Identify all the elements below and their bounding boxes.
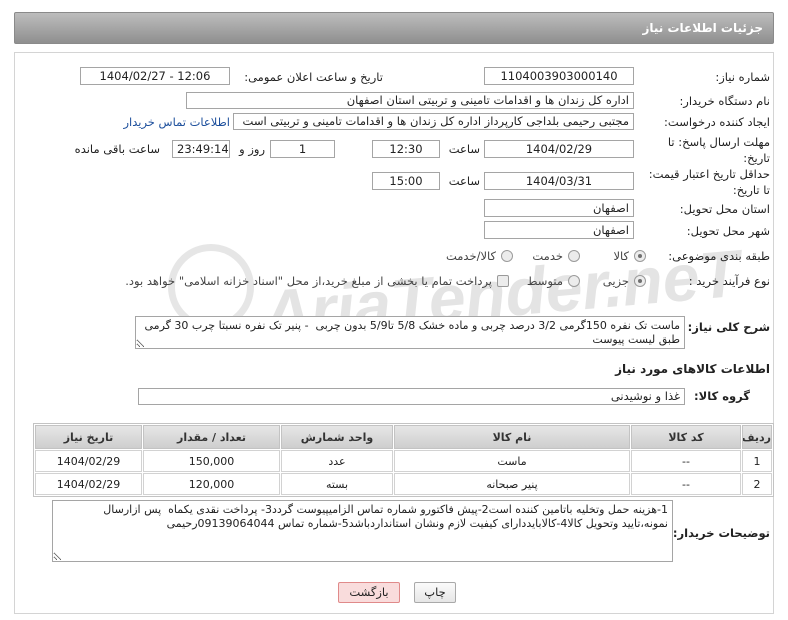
category-goods-label: کالا	[613, 249, 629, 263]
category-goods-radio[interactable]	[634, 250, 646, 262]
buyer-org-label: نام دستگاه خریدار:	[679, 94, 770, 108]
col-header-need-date: تاریخ نیاز	[35, 425, 142, 449]
need-number-field: 1104003903000140	[484, 67, 634, 85]
col-header-goods-name: نام کالا	[394, 425, 630, 449]
announce-datetime-field: 1404/02/27 - 12:06	[80, 67, 230, 85]
reply-deadline-time-label: ساعت	[448, 142, 480, 156]
price-validity-label: حداقل تاریخ اعتبار قیمت:	[648, 167, 770, 181]
table-row: 2 -- پنیر صبحانه بسته 120,000 1404/02/29	[35, 473, 772, 495]
cell-need-date: 1404/02/29	[35, 450, 142, 472]
category-option-goods[interactable]: کالا	[613, 249, 646, 263]
page-header: جزئیات اطلاعات نیاز	[14, 12, 774, 44]
process-minor-radio[interactable]	[634, 275, 646, 287]
price-validity-label-line2: تا تاریخ:	[732, 183, 770, 197]
remaining-days-field: 1	[270, 140, 335, 158]
goods-group-field: غذا و نوشیدنی	[138, 388, 685, 405]
buyer-contact-link[interactable]: اطلاعات تماس خریدار	[123, 115, 230, 129]
col-header-row-number: ردیف	[742, 425, 772, 449]
page-title: جزئیات اطلاعات نیاز	[642, 21, 763, 35]
print-button[interactable]: چاپ	[414, 582, 456, 603]
reply-deadline-time-field: 12:30	[372, 140, 440, 158]
cell-need-date: 1404/02/29	[35, 473, 142, 495]
announce-datetime-label: تاریخ و ساعت اعلان عمومی:	[244, 70, 383, 84]
col-header-unit: واحد شمارش	[281, 425, 393, 449]
reply-deadline-label: مهلت ارسال پاسخ: تا	[667, 135, 770, 149]
requester-label: ایجاد کننده درخواست:	[664, 115, 770, 129]
buyer-org-field: اداره کل زندان ها و اقدامات تامینی و ترب…	[186, 92, 634, 109]
category-option-goods-service[interactable]: کالا/خدمت	[446, 249, 513, 263]
cell-row-number: 1	[742, 450, 772, 472]
process-option-medium[interactable]: متوسط	[527, 274, 580, 288]
goods-table: ردیف کد کالا نام کالا واحد شمارش تعداد /…	[33, 423, 774, 497]
process-medium-label: متوسط	[526, 274, 563, 288]
remaining-time-field: 23:49:14	[172, 140, 230, 158]
table-header-row: ردیف کد کالا نام کالا واحد شمارش تعداد /…	[35, 425, 772, 449]
cell-goods-code: --	[631, 450, 741, 472]
category-service-radio[interactable]	[568, 250, 580, 262]
cell-goods-name: پنیر صبحانه	[394, 473, 630, 495]
price-validity-time-label: ساعت	[448, 174, 480, 188]
reply-deadline-date-field: 1404/02/29	[484, 140, 634, 158]
delivery-city-label: شهر محل تحویل:	[686, 224, 770, 238]
reply-deadline-label-line2: تاریخ:	[743, 151, 770, 165]
cell-goods-name: ماست	[394, 450, 630, 472]
process-minor-label: جزیی	[602, 274, 629, 288]
process-type-label: نوع فرآیند خرید :	[688, 274, 770, 288]
description-textarea[interactable]: ماست تک نفره 150گرمی 3/2 درصد چربی و ماد…	[135, 316, 685, 349]
category-goods-service-radio[interactable]	[501, 250, 513, 262]
delivery-city-field: اصفهان	[484, 221, 634, 239]
price-validity-date-field: 1404/03/31	[484, 172, 634, 190]
treasury-option[interactable]: پرداخت تمام یا بخشی از مبلغ خرید،از محل …	[125, 274, 509, 288]
category-service-label: خدمت	[532, 249, 563, 263]
remaining-time-label: ساعت باقی مانده	[74, 142, 160, 156]
delivery-province-label: استان محل تحویل:	[679, 202, 770, 216]
buyer-notes-textarea[interactable]: 1-هزینه حمل وتخلیه باتامین کننده است2-پی…	[52, 500, 673, 562]
buyer-notes-label: توضیحات خریدار:	[672, 526, 770, 540]
page-root: جزئیات اطلاعات نیاز AriaTender.neT شماره…	[0, 0, 788, 620]
treasury-checkbox-label: پرداخت تمام یا بخشی از مبلغ خرید،از محل …	[125, 274, 492, 288]
col-header-goods-code: کد کالا	[631, 425, 741, 449]
cell-goods-code: --	[631, 473, 741, 495]
cell-row-number: 2	[742, 473, 772, 495]
col-header-quantity: تعداد / مقدار	[143, 425, 280, 449]
table-row: 1 -- ماست عدد 150,000 1404/02/29	[35, 450, 772, 472]
treasury-checkbox[interactable]	[497, 275, 509, 287]
category-label: طبقه بندی موضوعی:	[668, 249, 770, 263]
category-goods-service-label: کالا/خدمت	[445, 249, 496, 263]
cell-quantity: 120,000	[143, 473, 280, 495]
requester-field: مجتبی رحیمی بلداجی کارپرداز اداره کل زند…	[233, 113, 634, 130]
description-label: شرح کلی نیاز:	[687, 320, 770, 334]
remaining-days-label: روز و	[239, 142, 265, 156]
delivery-province-field: اصفهان	[484, 199, 634, 217]
category-option-service[interactable]: خدمت	[532, 249, 580, 263]
cell-unit: بسته	[281, 473, 393, 495]
price-validity-time-field: 15:00	[372, 172, 440, 190]
back-button[interactable]: بازگشت	[338, 582, 400, 603]
cell-unit: عدد	[281, 450, 393, 472]
goods-group-label: گروه کالا:	[694, 389, 750, 403]
process-medium-radio[interactable]	[568, 275, 580, 287]
cell-quantity: 150,000	[143, 450, 280, 472]
need-number-label: شماره نیاز:	[715, 70, 770, 84]
goods-section-title: اطلاعات کالاهای مورد نیاز	[615, 362, 770, 376]
process-option-minor[interactable]: جزیی	[603, 274, 646, 288]
